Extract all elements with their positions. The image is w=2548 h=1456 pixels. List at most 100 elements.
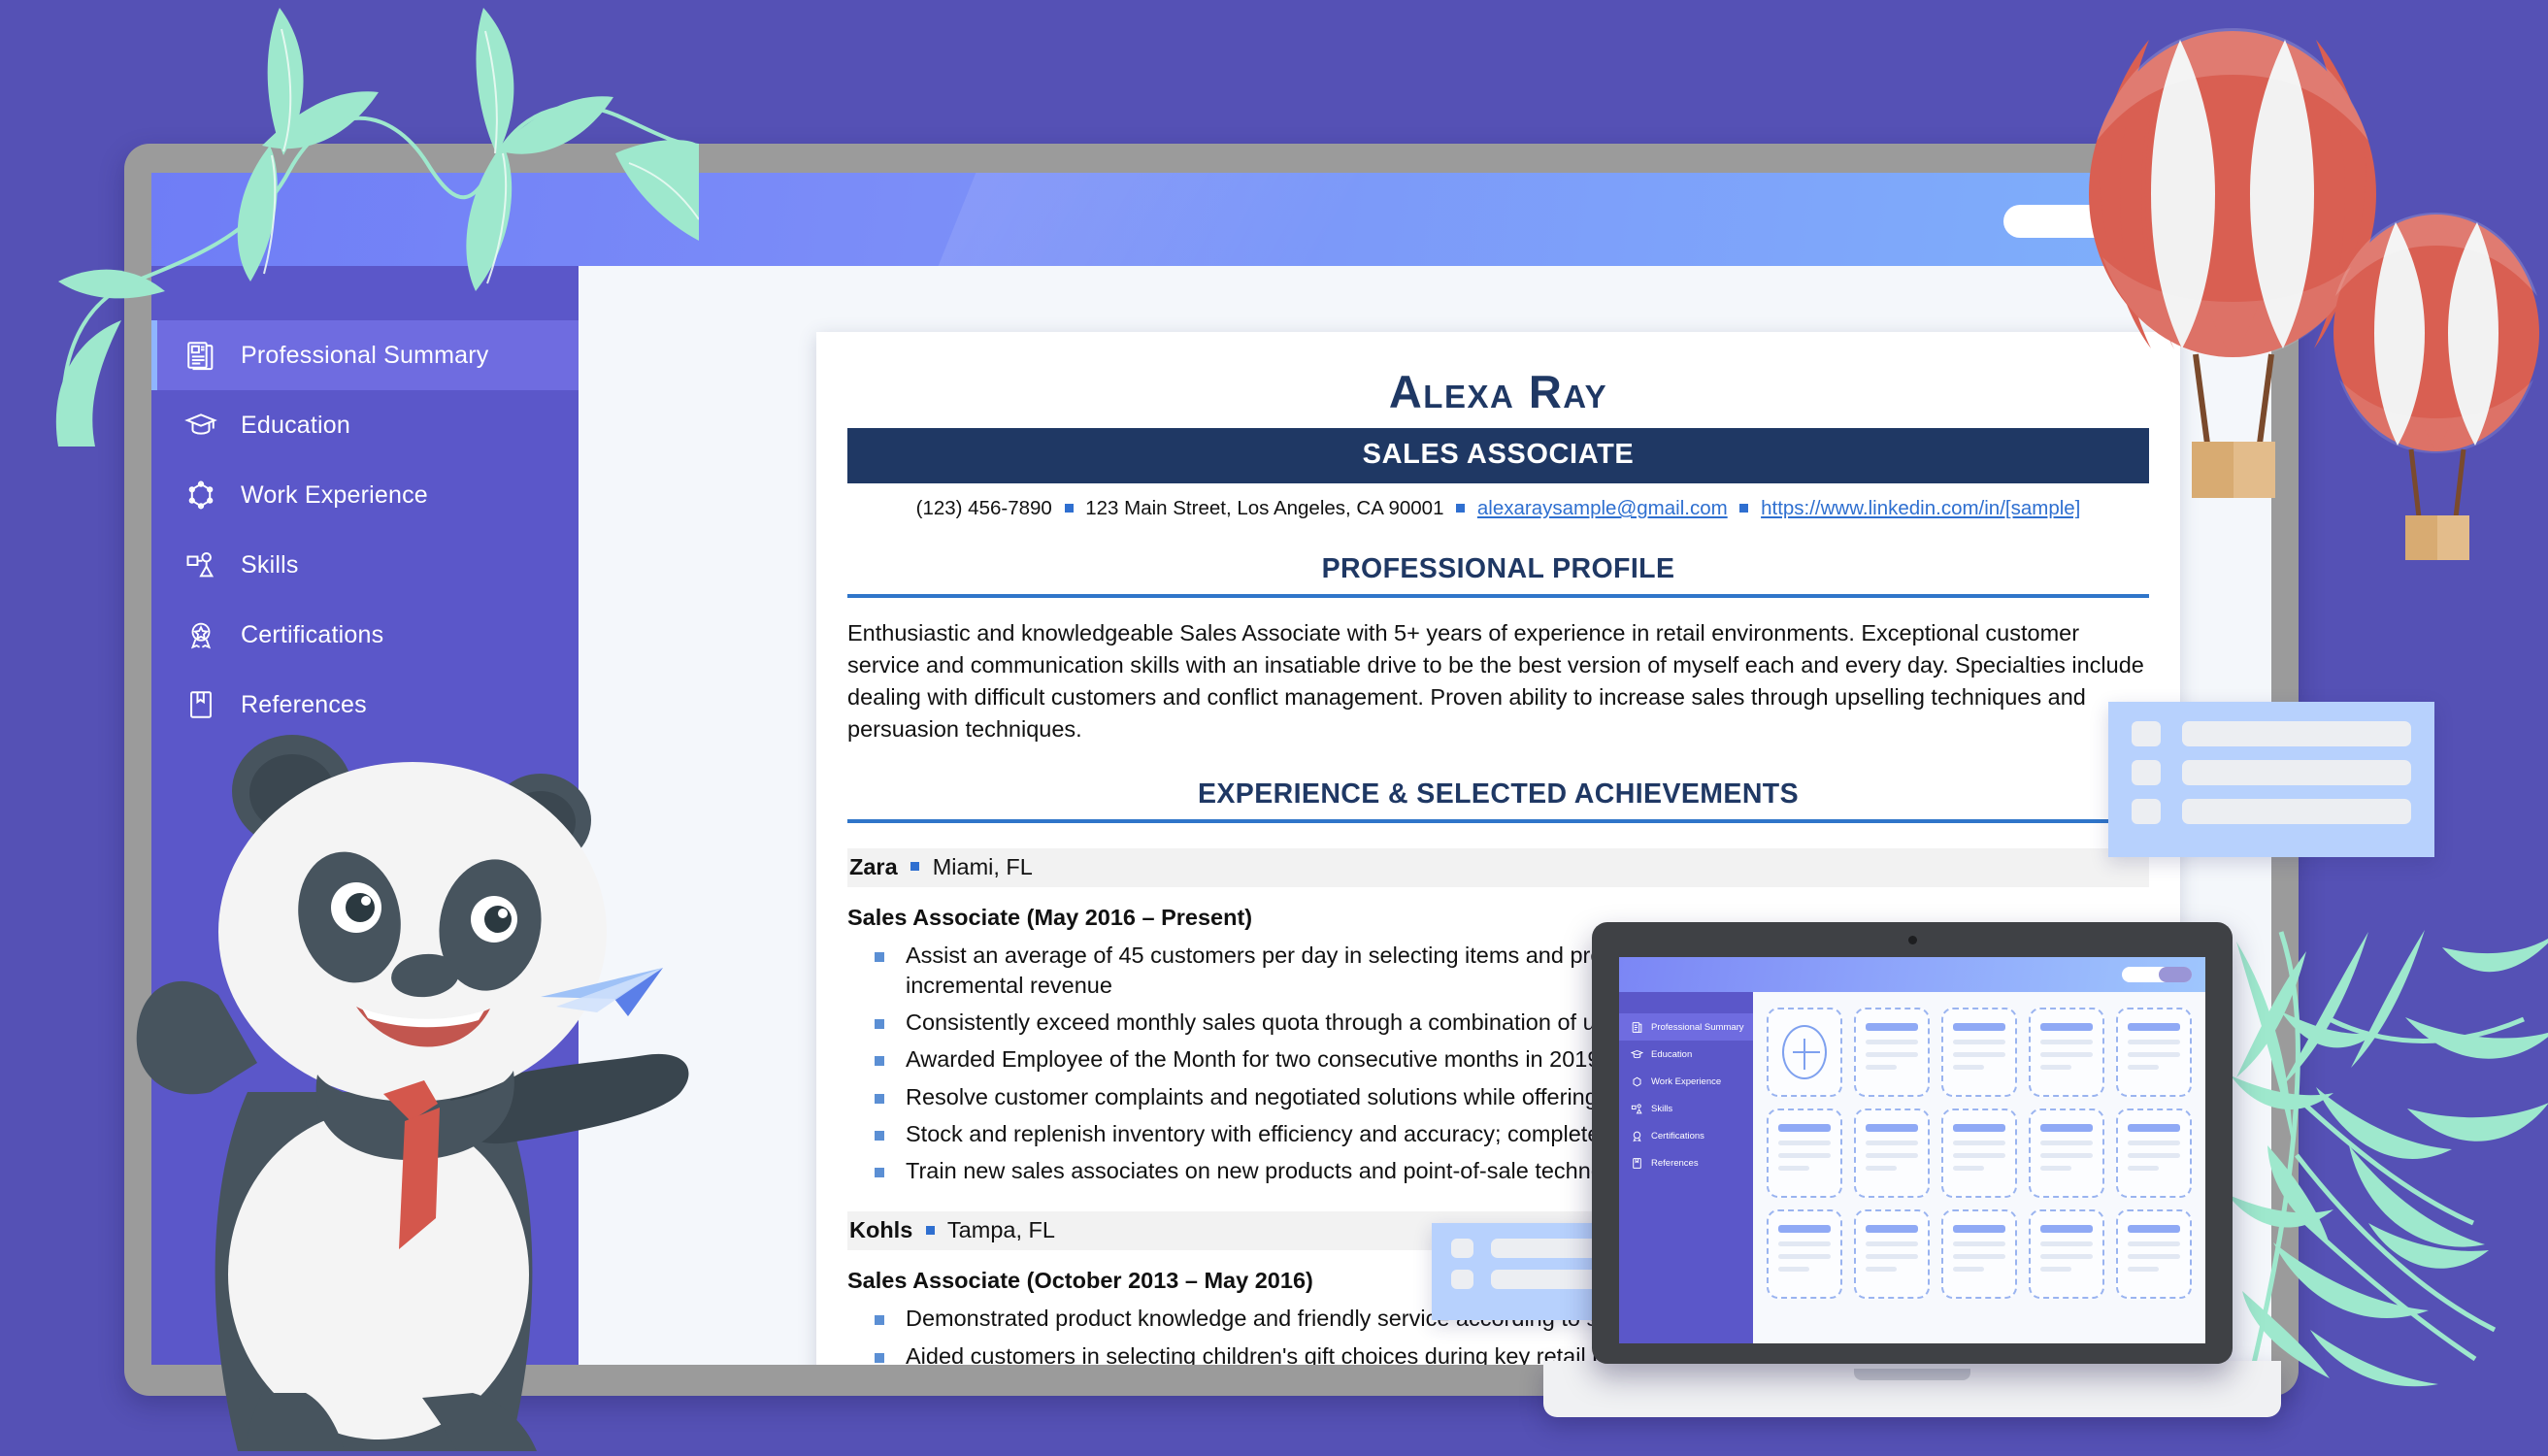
card-row (2132, 799, 2411, 824)
contact-address: 123 Main Street, Los Angeles, CA 90001 (1085, 497, 1444, 519)
webcam-icon (1907, 936, 1917, 944)
card-row-icon-placeholder (2132, 799, 2161, 824)
separator-square-icon (1456, 503, 1466, 513)
graduation-cap-icon (1631, 1049, 1643, 1058)
sidebar-item-label: Skills (241, 550, 299, 579)
award-badge-icon (184, 615, 235, 654)
sidebar-nav: Professional Summary Education Work Expe… (151, 320, 579, 740)
job-location: Tampa, FL (946, 1217, 1055, 1243)
template-tile[interactable] (1941, 1109, 2017, 1198)
laptop-sidebar-nav: Professional Summary Education Work Expe… (1619, 1013, 1753, 1176)
app-top-bar (151, 173, 2271, 266)
sidebar-item-references[interactable]: References (151, 670, 579, 740)
sidebar-item-label: Work Experience (241, 480, 428, 509)
paper-plane-icon (541, 968, 663, 1016)
card-row-bar (2182, 760, 2411, 785)
section-rule (847, 818, 2149, 823)
sidebar-item-education[interactable]: Education (151, 390, 579, 460)
laptop-sidebar-item-label: References (1651, 1157, 1699, 1169)
skills-person-icon (1631, 1103, 1642, 1113)
document-list-icon (184, 336, 235, 375)
separator-square-icon (925, 1226, 935, 1236)
template-tile[interactable] (2029, 1008, 2104, 1097)
sidebar-item-work-experience[interactable]: Work Experience (151, 460, 579, 530)
sidebar-item-label: Certifications (241, 620, 384, 648)
sidebar: Professional Summary Education Work Expe… (151, 266, 579, 1365)
laptop-sidebar-item-education[interactable]: Education (1619, 1041, 1753, 1068)
network-nodes-icon (184, 476, 235, 514)
resume-job-title-bar: SALES ASSOCIATE (847, 428, 2149, 483)
laptop-sidebar-item-label: Certifications (1651, 1130, 1704, 1142)
laptop-toggle-knob[interactable] (2159, 967, 2192, 982)
section-heading-experience: EXPERIENCE & SELECTED ACHIEVEMENTS (1197, 778, 1800, 810)
job-company: Kohls (849, 1217, 913, 1243)
laptop-sidebar-item-label: Work Experience (1651, 1075, 1722, 1087)
sidebar-item-skills[interactable]: Skills (151, 530, 579, 600)
separator-square-icon (910, 862, 920, 872)
card-row (2132, 721, 2411, 746)
bookmark-book-icon (1633, 1157, 1641, 1169)
laptop-sidebar-item-references[interactable]: References (1619, 1149, 1753, 1176)
laptop-sidebar-item-work-experience[interactable]: Work Experience (1619, 1068, 1753, 1095)
profile-paragraph: Enthusiastic and knowledgeable Sales Ass… (847, 620, 2144, 742)
template-tile[interactable] (2029, 1209, 2104, 1299)
sidebar-item-certifications[interactable]: Certifications (151, 600, 579, 670)
laptop-template-gallery (1753, 992, 2205, 1343)
template-tile[interactable] (1854, 1008, 1930, 1097)
template-grid (1767, 1008, 2192, 1299)
template-tile[interactable] (1941, 1209, 2017, 1299)
skills-person-icon (184, 546, 235, 584)
section-heading-profile: PROFESSIONAL PROFILE (1321, 553, 1675, 584)
laptop-sidebar-item-label: Skills (1651, 1103, 1673, 1114)
laptop-base (1543, 1361, 2281, 1417)
contact-phone: (123) 456-7890 (915, 497, 1052, 519)
laptop-sidebar-item-skills[interactable]: Skills (1619, 1095, 1753, 1122)
template-tile[interactable] (1854, 1109, 1930, 1198)
card-row-bar (2182, 799, 2411, 824)
section-rule (847, 594, 2149, 598)
sidebar-item-label: Education (241, 411, 350, 439)
card-row-bar (2182, 721, 2411, 746)
laptop-device-frame: Professional Summary Education Work Expe… (1543, 922, 2281, 1456)
resume-name: Alexa Ray (1388, 366, 1608, 417)
add-template-tile[interactable] (1767, 1008, 1842, 1097)
separator-square-icon (1739, 503, 1749, 513)
template-tile[interactable] (2116, 1109, 2192, 1198)
template-tile[interactable] (2116, 1008, 2192, 1097)
laptop-sidebar-item-professional-summary[interactable]: Professional Summary (1619, 1013, 1753, 1041)
template-tile[interactable] (2029, 1109, 2104, 1198)
hot-air-balloon-small (2333, 213, 2539, 560)
template-tile[interactable] (2116, 1209, 2192, 1299)
template-tile[interactable] (1854, 1209, 1930, 1299)
laptop-sidebar-item-certifications[interactable]: Certifications (1619, 1122, 1753, 1149)
sidebar-item-professional-summary[interactable]: Professional Summary (151, 320, 579, 390)
resume-contact-line: (123) 456-7890 123 Main Street, Los Ange… (847, 483, 2149, 520)
network-nodes-icon (1633, 1076, 1641, 1086)
template-tile[interactable] (1941, 1008, 2017, 1097)
job-company: Zara (849, 853, 898, 879)
card-row (2132, 760, 2411, 785)
contact-linkedin-link[interactable]: https://www.linkedin.com/in/[sample] (1761, 497, 2080, 519)
laptop-app-top-bar (1619, 957, 2205, 992)
contact-email-link[interactable]: alexaraysample@gmail.com (1477, 497, 1728, 519)
job-location: Miami, FL (932, 853, 1033, 879)
card-row-icon-placeholder (1451, 1239, 1473, 1258)
separator-square-icon (1064, 503, 1074, 513)
screenshot-stage: Professional Summary Education Work Expe… (0, 0, 2548, 1456)
laptop-sidebar-item-label: Professional Summary (1651, 1021, 1744, 1033)
card-row-icon-placeholder (2132, 721, 2161, 746)
top-bar-sheen (938, 173, 1358, 266)
template-tile[interactable] (1767, 1109, 1842, 1198)
template-tile[interactable] (1767, 1209, 1842, 1299)
sidebar-item-label: Professional Summary (241, 341, 489, 369)
laptop-screen: Professional Summary Education Work Expe… (1619, 957, 2205, 1343)
plus-circle-icon (1782, 1025, 1827, 1079)
laptop-sidebar-item-label: Education (1651, 1048, 1693, 1060)
laptop-trackpad-notch (1854, 1369, 1970, 1380)
laptop-lid: Professional Summary Education Work Expe… (1592, 922, 2233, 1364)
bookmark-book-icon (184, 685, 235, 724)
document-list-icon (1632, 1021, 1642, 1033)
card-row-icon-placeholder (2132, 760, 2161, 785)
sidebar-item-label: References (241, 690, 367, 718)
graduation-cap-icon (184, 406, 235, 445)
